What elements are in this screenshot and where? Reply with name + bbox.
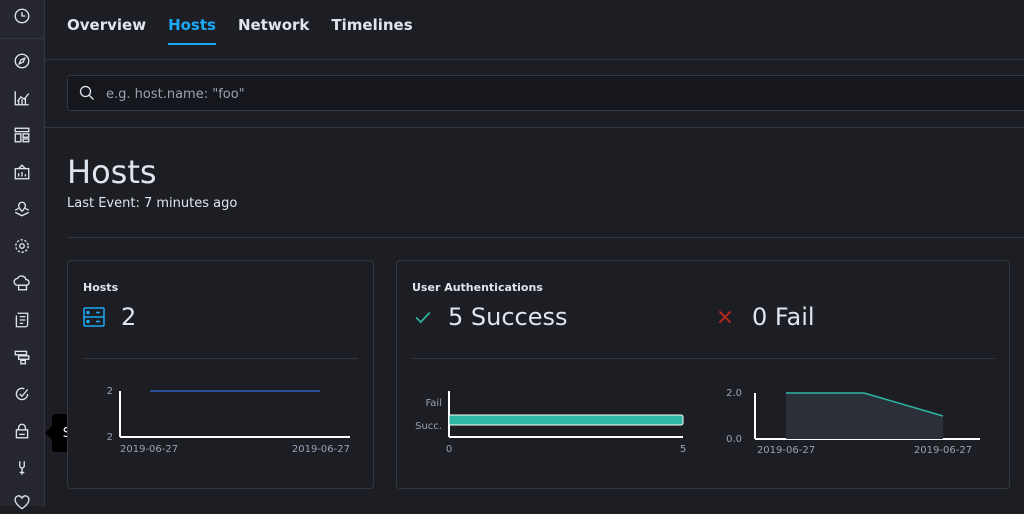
canvas-icon[interactable]: [11, 161, 33, 183]
x-tick-label: 2019-06-27: [757, 445, 815, 456]
user-authentications-panel: User Authentications 5 Success 0 Fail Fa…: [396, 260, 1010, 489]
y-tick-label: 2: [107, 432, 113, 443]
hosts-chart: 2 2 2019-06-27 2019-06-27: [107, 386, 350, 455]
hosts-panel-divider: [83, 358, 358, 359]
tab-overview[interactable]: Overview: [67, 0, 146, 45]
y-tick-label: 2: [107, 386, 113, 397]
header-divider: [67, 237, 1024, 238]
cross-icon: [718, 310, 732, 324]
apm-icon[interactable]: [11, 346, 33, 368]
siem-icon[interactable]: [11, 420, 33, 442]
side-nav: [0, 0, 45, 510]
search-icon: [79, 85, 94, 100]
clock-icon[interactable]: [11, 5, 33, 27]
fail-stat: 0 Fail: [716, 303, 815, 331]
ml-icon[interactable]: [11, 235, 33, 257]
area-fill: [786, 393, 943, 439]
x-tick-label: 5: [680, 444, 686, 455]
auth-bar-chart: Fail Succ. 0 5: [415, 391, 686, 455]
tab-bar: Overview Hosts Network Timelines: [67, 0, 435, 60]
tabs-divider: [44, 59, 1024, 60]
check-icon: [415, 311, 431, 324]
success-bar: [448, 414, 684, 426]
search-divider: [44, 127, 1024, 128]
x-tick-label: 0: [446, 444, 452, 455]
search-bar[interactable]: [67, 75, 1024, 111]
auth-panel-title: User Authentications: [412, 281, 543, 294]
dashboard-icon[interactable]: [11, 124, 33, 146]
visualize-icon[interactable]: [11, 87, 33, 109]
hosts-panel-title: Hosts: [83, 281, 119, 294]
success-stat: 5 Success: [414, 303, 568, 331]
x-tick-label: 2019-06-27: [914, 445, 972, 456]
tab-timelines[interactable]: Timelines: [331, 0, 412, 45]
auth-area-chart: 2.0 0.0 2019-06-27 2019-06-27: [726, 388, 980, 456]
uptime-icon[interactable]: [11, 383, 33, 405]
page-title: Hosts: [67, 153, 157, 191]
hosts-count: 2: [121, 303, 137, 331]
hosts-panel: Hosts 2 2 2 2019-06-27 2019-06-27: [67, 260, 374, 489]
category-label: Fail: [425, 398, 442, 409]
fail-count: 0 Fail: [752, 303, 815, 331]
x-tick-label: 2019-06-27: [120, 444, 178, 455]
tab-hosts[interactable]: Hosts: [168, 0, 216, 45]
category-label: Succ.: [415, 421, 442, 432]
hosts-icon: [83, 307, 105, 327]
tab-network[interactable]: Network: [238, 0, 309, 45]
logs-icon[interactable]: [11, 309, 33, 331]
infrastructure-icon[interactable]: [11, 272, 33, 294]
search-input[interactable]: [104, 82, 808, 106]
y-tick-label: 2.0: [726, 388, 742, 399]
maps-icon[interactable]: [11, 198, 33, 220]
hosts-stat: 2: [83, 303, 136, 331]
success-count: 5 Success: [448, 303, 568, 331]
monitoring-icon[interactable]: [11, 492, 33, 514]
y-tick-label: 0.0: [726, 434, 742, 445]
compass-icon[interactable]: [11, 50, 33, 72]
last-event-text: Last Event: 7 minutes ago: [67, 196, 238, 211]
auth-panel-divider: [412, 358, 995, 359]
devtools-icon[interactable]: [11, 457, 33, 479]
x-tick-label: 2019-06-27: [292, 444, 350, 455]
